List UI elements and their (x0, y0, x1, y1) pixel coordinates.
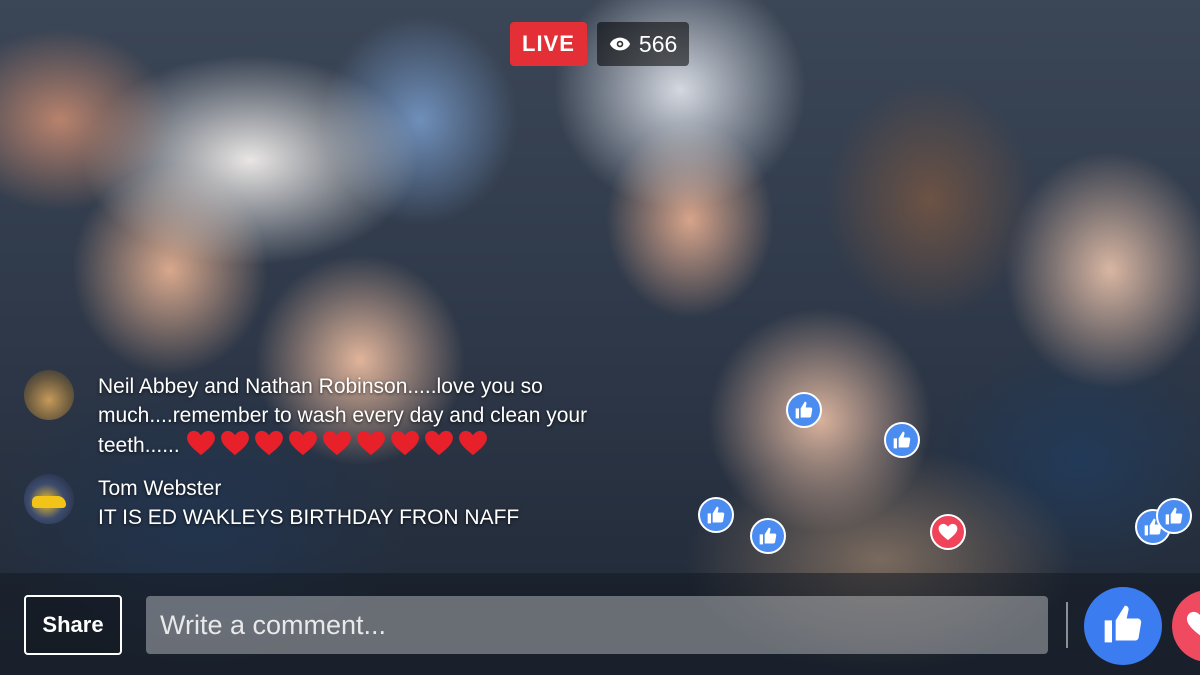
like-button[interactable] (1084, 587, 1162, 665)
avatar[interactable] (24, 474, 74, 524)
heart-icon (1186, 610, 1200, 643)
heart-emoji-icon (458, 430, 487, 456)
thumbs-up-icon (1101, 602, 1145, 651)
heart-emoji-icon (254, 430, 283, 456)
heart-emoji-icon (356, 430, 385, 456)
live-status-bar: LIVE 566 (510, 22, 690, 66)
like-reaction-icon (698, 497, 734, 533)
heart-emoji-icon (322, 430, 351, 456)
avatar[interactable] (24, 370, 74, 420)
viewer-count: 566 (638, 31, 678, 57)
eye-icon (609, 32, 631, 56)
comment-item: Tom Webster IT IS ED WAKLEYS BIRTHDAY FR… (24, 474, 664, 532)
comment-input[interactable] (146, 596, 1048, 654)
comment-text: IT IS ED WAKLEYS BIRTHDAY FRON NAFF (98, 506, 520, 529)
live-badge: LIVE (510, 22, 587, 66)
share-button[interactable]: Share (24, 595, 122, 655)
heart-emoji-icon (424, 430, 453, 456)
composer-divider (1066, 602, 1068, 648)
heart-emoji-icon (390, 430, 419, 456)
like-reaction-icon (786, 392, 822, 428)
viewer-count-badge: 566 (596, 22, 690, 66)
heart-emoji-icon (220, 430, 249, 456)
heart-emoji-icon (186, 430, 215, 456)
live-comments-list: Neil Abbey and Nathan Robinson.....love … (24, 370, 664, 546)
like-reaction-icon (1156, 498, 1192, 534)
love-reaction-icon (930, 514, 966, 550)
comment-item: Neil Abbey and Nathan Robinson.....love … (24, 370, 664, 460)
heart-emoji-row (186, 430, 488, 456)
like-reaction-icon (750, 518, 786, 554)
like-reaction-icon (884, 422, 920, 458)
comment-author[interactable]: Tom Webster (98, 474, 519, 503)
heart-emoji-icon (288, 430, 317, 456)
